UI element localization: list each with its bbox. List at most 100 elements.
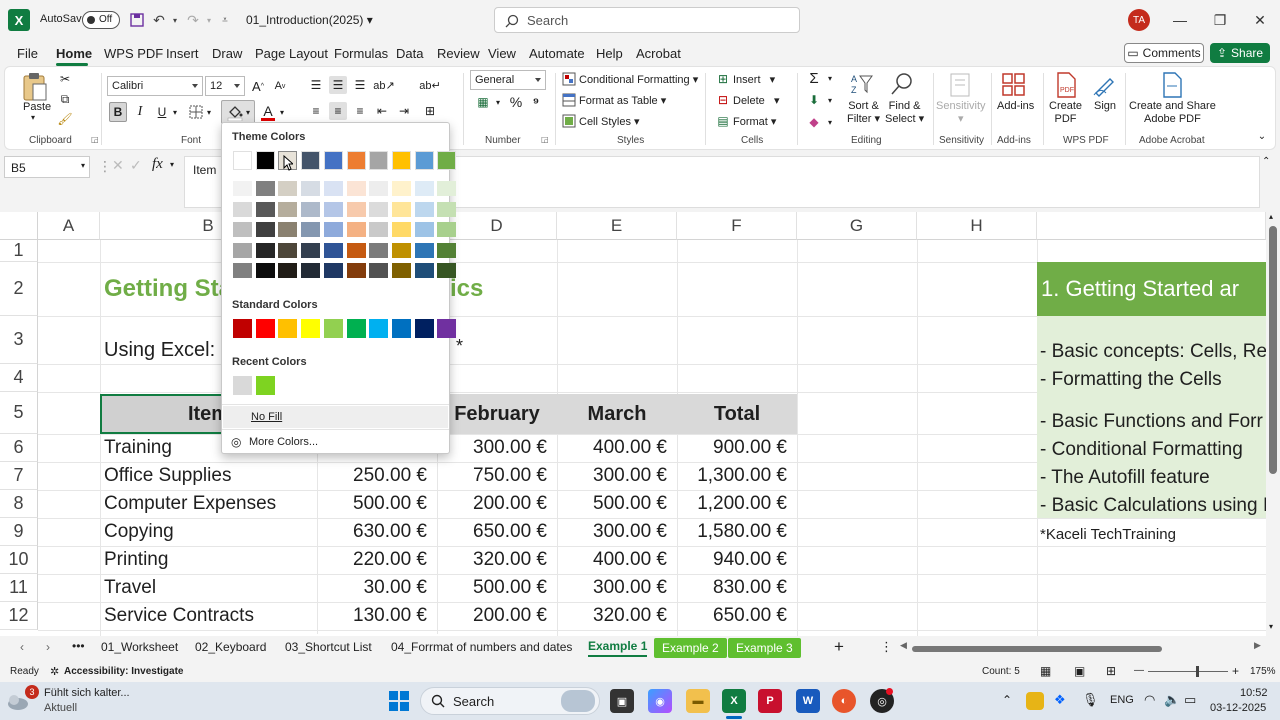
row-header-1[interactable]: 1: [0, 240, 38, 262]
theme-shade-swatch[interactable]: [323, 222, 343, 237]
item-cell[interactable]: Copying: [104, 518, 314, 546]
theme-shade-swatch[interactable]: [301, 222, 321, 237]
january-cell[interactable]: 500.00 €: [317, 490, 437, 518]
insert-function-icon[interactable]: fx: [152, 156, 163, 173]
more-colors-option[interactable]: ◎ More Colors...: [223, 431, 448, 453]
theme-shade-swatch[interactable]: [437, 181, 457, 196]
row-header-12[interactable]: 12: [0, 602, 38, 630]
accessibility-status[interactable]: Accessibility: Investigate: [64, 666, 184, 677]
format-as-table-button[interactable]: Format as Table ▾: [579, 94, 666, 107]
row-header-4[interactable]: 4: [0, 364, 38, 392]
scroll-up-icon[interactable]: ▴: [1269, 212, 1273, 221]
paste-button[interactable]: Paste: [23, 101, 51, 114]
theme-shade-swatch[interactable]: [255, 181, 275, 196]
document-title[interactable]: 01_Introduction(2025) ▾: [246, 13, 373, 27]
page-layout-view-icon[interactable]: ▣: [1074, 664, 1085, 678]
theme-shade-swatch[interactable]: [414, 201, 434, 217]
zoom-level[interactable]: 175%: [1250, 666, 1276, 677]
cell-styles-button[interactable]: Cell Styles ▾: [579, 115, 640, 128]
february-cell[interactable]: 750.00 €: [437, 462, 557, 490]
standard-color-swatch[interactable]: [391, 319, 411, 338]
fill-color-button[interactable]: ▾: [221, 100, 255, 124]
conditional-formatting-button[interactable]: Conditional Formatting ▾: [579, 73, 698, 86]
increase-indent-icon[interactable]: ⇥: [395, 102, 413, 120]
create-share-adobe-pdf-button[interactable]: Create and Share Adobe PDF: [1129, 100, 1216, 126]
theme-shade-swatch[interactable]: [323, 242, 343, 258]
zoom-slider[interactable]: [1148, 671, 1228, 672]
summary-item[interactable]: - Basic Calculations using I: [1040, 492, 1266, 520]
firefox-icon[interactable]: ◐: [832, 689, 856, 713]
align-top-icon[interactable]: ☰: [307, 76, 325, 94]
february-cell[interactable]: 200.00 €: [437, 490, 557, 518]
zoom-out-icon[interactable]: —: [1134, 665, 1144, 676]
more-sheets-icon[interactable]: •••: [72, 639, 85, 653]
underline-icon[interactable]: U: [153, 102, 171, 122]
create-pdf-button[interactable]: Create PDF: [1049, 100, 1082, 126]
cancel-edit-icon[interactable]: ✕: [112, 157, 124, 174]
standard-color-swatch[interactable]: [346, 319, 366, 338]
theme-shade-swatch[interactable]: [323, 181, 343, 196]
excel-taskbar-icon[interactable]: X: [722, 689, 746, 713]
summary-title[interactable]: 1. Getting Started ar: [1041, 262, 1239, 316]
sheet-options-icon[interactable]: ⋮: [880, 639, 893, 655]
row-header-2[interactable]: 2: [0, 262, 38, 316]
microphone-icon[interactable]: 🎙: [1082, 692, 1099, 708]
theme-shade-swatch[interactable]: [391, 201, 411, 217]
theme-shade-swatch[interactable]: [301, 201, 321, 217]
weather-text[interactable]: Fühlt sich kalter...: [44, 687, 130, 699]
item-cell[interactable]: Travel: [104, 574, 314, 602]
pdf-reader-icon[interactable]: P: [758, 689, 782, 713]
collapse-formula-bar-icon[interactable]: ⌃: [1262, 156, 1270, 167]
summary-item[interactable]: - Basic Functions and Forr: [1040, 408, 1263, 436]
theme-shade-swatch[interactable]: [278, 201, 298, 217]
font-name-combo[interactable]: Calibri: [107, 76, 203, 96]
find-select-button[interactable]: Find & Select ▾: [885, 100, 924, 126]
format-cells-button[interactable]: Format ▾: [733, 115, 776, 128]
total-cell[interactable]: 940.00 €: [677, 546, 797, 574]
fill-dropdown-icon[interactable]: ▾: [825, 93, 835, 107]
add-ins-button[interactable]: Add-ins: [997, 100, 1034, 113]
add-sheet-icon[interactable]: +: [834, 637, 844, 657]
fill-icon[interactable]: ⬇: [805, 91, 823, 109]
march-cell[interactable]: 300.00 €: [557, 574, 677, 602]
hscroll-left-icon[interactable]: ◀: [900, 640, 907, 651]
theme-shade-swatch[interactable]: [414, 222, 434, 237]
row-header-10[interactable]: 10: [0, 546, 38, 574]
march-cell[interactable]: 320.00 €: [557, 602, 677, 630]
vertical-scroll-thumb[interactable]: [1269, 226, 1277, 474]
autosum-icon[interactable]: Σ: [805, 69, 823, 87]
theme-shade-swatch[interactable]: [301, 263, 321, 278]
comma-style-icon[interactable]: ⁹: [529, 93, 543, 111]
theme-shade-swatch[interactable]: [369, 242, 389, 258]
format-painter-icon[interactable]: 🖌: [57, 111, 73, 127]
number-format-combo[interactable]: General: [470, 70, 546, 90]
sensitivity-button[interactable]: Sensitivity ▾: [936, 100, 986, 126]
align-middle-icon[interactable]: ☰: [329, 76, 347, 94]
italic-icon[interactable]: I: [131, 102, 149, 122]
row-header-6[interactable]: 6: [0, 434, 38, 462]
theme-shade-swatch[interactable]: [391, 222, 411, 237]
theme-shade-swatch[interactable]: [278, 242, 298, 258]
theme-shade-swatch[interactable]: [233, 201, 252, 217]
summary-item[interactable]: - Formatting the Cells: [1040, 366, 1222, 394]
recent-color-swatch[interactable]: [233, 376, 252, 395]
align-right-icon[interactable]: ≡: [351, 102, 369, 120]
font-color-dropdown-icon[interactable]: ▾: [277, 104, 287, 120]
delete-cells-button[interactable]: Delete ▾: [733, 94, 780, 107]
theme-color-swatch[interactable]: [301, 151, 321, 170]
march-cell[interactable]: 300.00 €: [557, 518, 677, 546]
task-view-icon[interactable]: ▣: [610, 689, 634, 713]
tray-overflow-icon[interactable]: ⌃: [1002, 693, 1012, 707]
number-dialog-launcher-icon[interactable]: ◲: [541, 135, 549, 144]
file-explorer-icon[interactable]: ▬: [686, 689, 710, 713]
march-cell[interactable]: 500.00 €: [557, 490, 677, 518]
clock-time[interactable]: 10:52: [1240, 687, 1268, 699]
theme-color-swatch[interactable]: [323, 151, 343, 170]
header-march[interactable]: March: [557, 394, 677, 434]
column-header-h[interactable]: H: [917, 212, 1037, 240]
item-cell[interactable]: Printing: [104, 546, 314, 574]
fx-dropdown-icon[interactable]: ▾: [170, 160, 174, 169]
theme-shade-swatch[interactable]: [233, 181, 252, 196]
theme-shade-swatch[interactable]: [369, 181, 389, 196]
clear-dropdown-icon[interactable]: ▾: [825, 115, 835, 129]
